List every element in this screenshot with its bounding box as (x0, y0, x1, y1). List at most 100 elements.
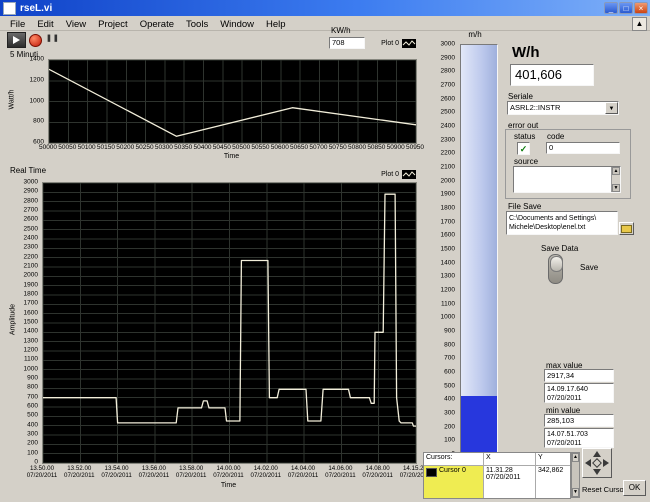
reset-cursor-ok-button[interactable]: OK (623, 480, 646, 496)
source-scrollbar[interactable]: ▲▼ (611, 167, 620, 192)
status-ok-icon: ✓ (517, 142, 530, 155)
tick-label: 700 (27, 393, 38, 400)
save-label: Save (580, 263, 598, 272)
menu-item-help[interactable]: Help (260, 18, 292, 31)
real-time-x-axis-label: Time (42, 482, 415, 489)
labview-front-panel: { "window": {"title": "rseL.vi", "minimi… (0, 0, 650, 502)
tick-label: 700 (444, 355, 455, 362)
scroll-down-icon[interactable]: ▼ (612, 184, 620, 192)
tick-label: 400 (27, 421, 38, 428)
tick-label: 2000 (441, 177, 455, 184)
plot-legend-real-time[interactable]: Plot 0 (366, 168, 416, 180)
max-date-text: 07/20/2011 (547, 394, 613, 403)
run-button[interactable] (7, 32, 26, 48)
cursors-header: Cursors: (424, 453, 484, 466)
close-button[interactable]: × (634, 2, 648, 14)
cursor-color-swatch (426, 468, 437, 477)
five-minuti-y-axis-label: Watt/h (9, 80, 16, 120)
cursor-row-name[interactable]: Cursor 0 (424, 466, 484, 498)
tick-label: 50850 (367, 144, 385, 151)
menu-item-file[interactable]: File (4, 18, 31, 31)
tick-label: 50600 (271, 144, 289, 151)
tick-label: 100 (27, 449, 38, 456)
plot-legend-top[interactable]: Plot 0 (366, 37, 416, 49)
tick-label: 2500 (24, 225, 38, 232)
tick-label: 200 (27, 440, 38, 447)
max-value-timestamp: 14.09.17.640 07/20/2011 (544, 383, 614, 403)
tick-label: 1200 (30, 76, 44, 83)
menu-item-tools[interactable]: Tools (180, 18, 214, 31)
panel-corner-icon: ▲ (632, 17, 647, 31)
tick-label: 1800 (441, 205, 455, 212)
tick-label: 1000 (441, 314, 455, 321)
tick-label: 50350 (174, 144, 192, 151)
real-time-plot-area[interactable] (42, 182, 417, 464)
scroll-up-icon[interactable]: ▲ (572, 453, 579, 462)
vi-icon (3, 2, 16, 15)
file-save-label: File Save (508, 202, 541, 211)
chevron-down-icon[interactable]: ▼ (605, 102, 618, 114)
five-minuti-x-ticks: 5000050050501005015050200502505030050350… (48, 144, 415, 152)
tick-label: 50800 (348, 144, 366, 151)
menu-item-window[interactable]: Window (214, 18, 260, 31)
five-minuti-plot-area[interactable] (48, 59, 417, 144)
tick-label: 3000 (24, 179, 38, 186)
tank-fill-level (461, 396, 497, 453)
menu-item-view[interactable]: View (60, 18, 92, 31)
tick-label: 300 (444, 410, 455, 417)
tick-label: 800 (33, 118, 44, 125)
tick-label: 600 (444, 369, 455, 376)
file-path-field[interactable]: C:\Documents and Settings\ Michele\Deskt… (506, 211, 618, 235)
menu-item-operate[interactable]: Operate (134, 18, 180, 31)
tick-label: 1300 (441, 273, 455, 280)
run-arrow-icon (13, 36, 20, 44)
min-date-text: 07/20/2011 (547, 439, 613, 448)
tick-label: 1400 (24, 328, 38, 335)
tick-label: 2400 (441, 123, 455, 130)
save-toggle-switch[interactable] (548, 254, 563, 284)
menu-item-edit[interactable]: Edit (31, 18, 59, 31)
scroll-up-icon[interactable]: ▲ (612, 167, 620, 175)
seriale-combo[interactable]: ASRL2::INSTR ▼ (507, 101, 619, 115)
wh-value: 401,606 (510, 64, 594, 86)
tank-unit-label: m/h (453, 30, 497, 39)
tick-label: 2800 (441, 68, 455, 75)
code-label: code (547, 132, 564, 141)
cursor-legend-scrollbar[interactable]: ▲▼ (571, 452, 580, 498)
cursor-mover-pad[interactable] (582, 448, 612, 478)
file-path-line1: C:\Documents and Settings\ (509, 214, 617, 223)
scroll-down-icon[interactable]: ▼ (572, 488, 579, 497)
browse-button[interactable] (619, 222, 634, 235)
pause-button[interactable]: ❚❚ (46, 33, 59, 45)
tick-label: 1500 (441, 246, 455, 253)
tick-label: 2900 (441, 54, 455, 61)
x-tick-label: 14.08.0007/20/2011 (362, 465, 393, 479)
cursor-mover-icon (584, 450, 610, 476)
tick-label: 50700 (309, 144, 327, 151)
tick-label: 50300 (155, 144, 173, 151)
tick-label: 2700 (24, 207, 38, 214)
max-value: 2917,34 (544, 369, 614, 382)
tick-label: 2800 (24, 197, 38, 204)
tick-label: 900 (27, 375, 38, 382)
tick-label: 2100 (24, 263, 38, 270)
minimize-button[interactable]: _ (604, 2, 618, 14)
menu-item-project[interactable]: Project (92, 18, 134, 31)
file-path-line2: Michele\Desktop\enel.txt (509, 223, 617, 232)
abort-button[interactable] (29, 34, 42, 47)
tick-label: 2400 (24, 235, 38, 242)
five-minuti-y-ticks: 600800100012001400 (22, 59, 46, 142)
cursor-x-value: 11.31.28 07/20/2011 (484, 466, 536, 498)
tick-label: 1600 (24, 309, 38, 316)
reset-cursor-label: Reset Cursor (582, 485, 626, 494)
tick-label: 100 (444, 437, 455, 444)
tick-label: 50400 (193, 144, 211, 151)
maximize-button[interactable]: □ (619, 2, 633, 14)
x-tick-label: 13.58.0007/20/2011 (176, 465, 207, 479)
tick-label: 50650 (290, 144, 308, 151)
plot-sample-icon (402, 39, 416, 48)
tick-label: 200 (444, 423, 455, 430)
tick-label: 1700 (24, 300, 38, 307)
tick-label: 1400 (441, 259, 455, 266)
tick-label: 50150 (97, 144, 115, 151)
